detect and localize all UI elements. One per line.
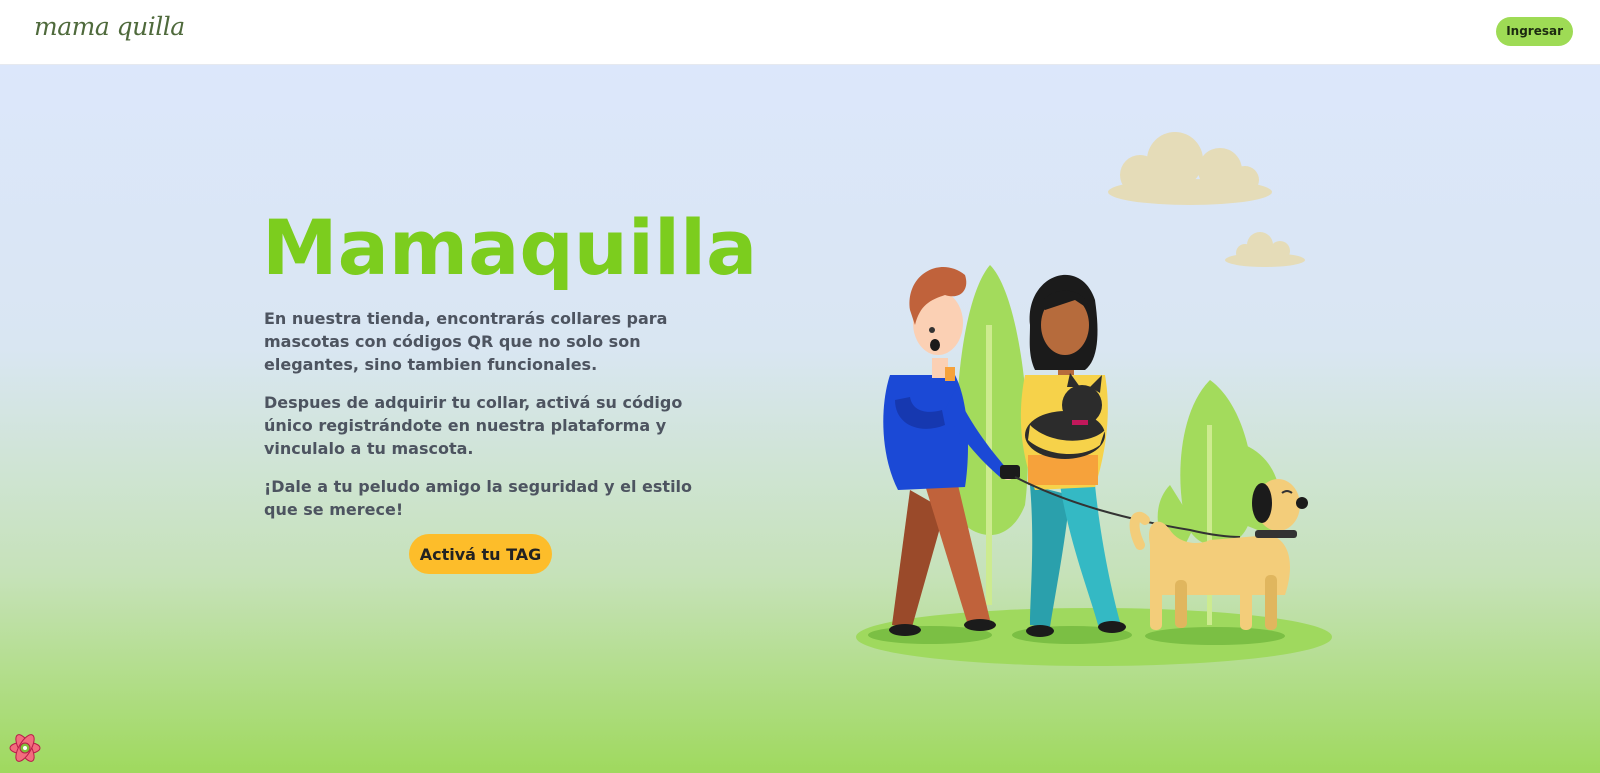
cloud-large [1108, 132, 1272, 205]
navbar: mama quilla Ingresar [0, 0, 1600, 65]
hero-paragraph-intro: En nuestra tienda, encontrarás collares … [264, 309, 668, 374]
landing-page: mama quilla Ingresar Mamaquilla En nuest… [0, 0, 1600, 773]
activate-tag-button[interactable]: Activá tu TAG [409, 534, 552, 574]
cloud-small [1225, 232, 1305, 267]
hero-section: Mamaquilla En nuestra tienda, encontrará… [0, 65, 1600, 773]
people-walking-pets-illustration [856, 132, 1332, 666]
hero-paragraph-activation: Despues de adquirir tu collar, activá su… [264, 393, 683, 458]
hero-paragraph-closing: ¡Dale a tu peludo amigo la seguridad y e… [264, 477, 693, 519]
hero-title: Mamaquilla [262, 203, 758, 292]
react-devtools-icon[interactable] [8, 731, 42, 765]
login-button[interactable]: Ingresar [1496, 17, 1573, 46]
shadow-3 [1145, 627, 1285, 645]
woman-figure [1020, 274, 1126, 637]
brand-logo[interactable]: mama quilla [34, 12, 185, 41]
